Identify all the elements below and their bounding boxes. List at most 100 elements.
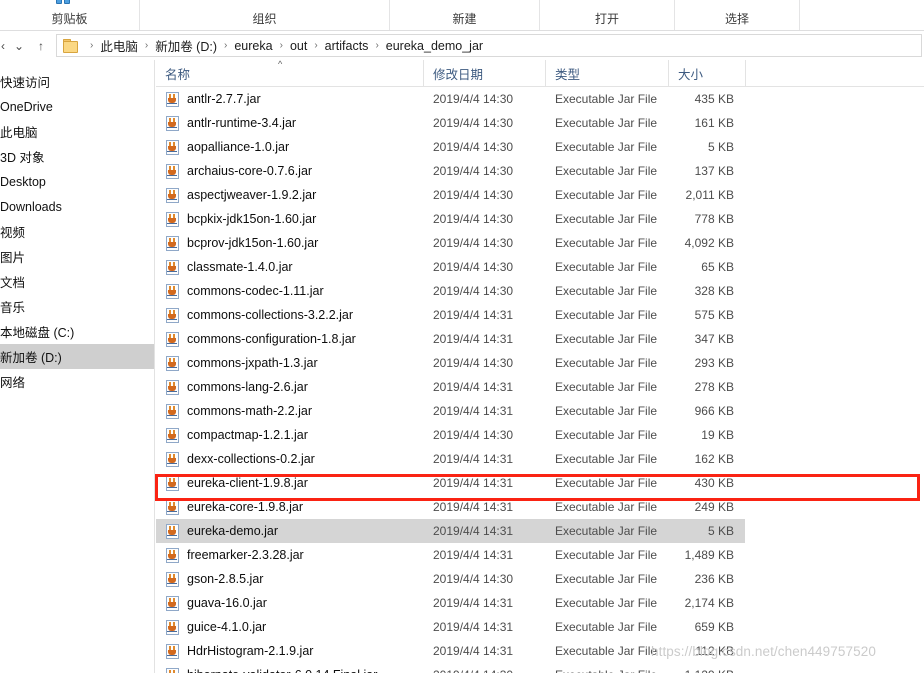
breadcrumb-separator-icon[interactable]: › xyxy=(273,40,290,51)
file-size-label: 162 KB xyxy=(694,452,734,466)
sidebar-item-downloads[interactable]: Downloads xyxy=(0,194,154,219)
column-header-type[interactable]: 类型 xyxy=(545,60,668,86)
table-row[interactable]: commons-lang-2.6.jar 2019/4/4 14:31 Execut… xyxy=(156,375,924,399)
cell-file-size: 236 KB xyxy=(668,567,745,591)
file-size-label: 435 KB xyxy=(694,92,734,106)
sidebar-item-documents[interactable]: 文档 xyxy=(0,269,154,294)
cell-file-name[interactable]: classmate-1.4.0.jar xyxy=(156,255,423,279)
ribbon-group-select[interactable]: 选择 xyxy=(675,0,800,30)
table-row[interactable]: antlr-2.7.7.jar 2019/4/4 14:30 Executable … xyxy=(156,87,924,111)
cell-file-name[interactable]: bcprov-jdk15on-1.60.jar xyxy=(156,231,423,255)
table-row[interactable]: eureka-demo.jar 2019/4/4 14:31 Executable … xyxy=(156,519,924,543)
table-row[interactable]: gson-2.8.5.jar 2019/4/4 14:30 Executable J… xyxy=(156,567,924,591)
file-name-label: eureka-core-1.9.8.jar xyxy=(187,500,304,514)
breadcrumb-separator-icon[interactable]: › xyxy=(368,40,385,51)
cell-file-name[interactable]: commons-codec-1.11.jar xyxy=(156,279,423,303)
cell-file-name[interactable]: archaius-core-0.7.6.jar xyxy=(156,159,423,183)
breadcrumb-separator-icon[interactable]: › xyxy=(307,40,324,51)
table-row[interactable]: bcprov-jdk15on-1.60.jar 2019/4/4 14:30 Exe… xyxy=(156,231,924,255)
table-row[interactable]: guava-16.0.jar 2019/4/4 14:31 Executable J… xyxy=(156,591,924,615)
table-row[interactable]: classmate-1.4.0.jar 2019/4/4 14:30 Executa… xyxy=(156,255,924,279)
cell-file-name[interactable]: guice-4.1.0.jar xyxy=(156,615,423,639)
table-row[interactable]: eureka-core-1.9.8.jar 2019/4/4 14:31 Execu… xyxy=(156,495,924,519)
cell-file-name[interactable]: commons-math-2.2.jar xyxy=(156,399,423,423)
breadcrumb-item-eureka[interactable]: eureka xyxy=(234,39,272,53)
sidebar-item-new-volume-d[interactable]: 新加卷 (D:) xyxy=(0,344,154,369)
cell-file-type: Executable Jar File xyxy=(545,159,668,183)
breadcrumb-separator-icon[interactable]: › xyxy=(138,40,155,51)
table-row[interactable]: dexx-collections-0.2.jar 2019/4/4 14:31 Ex… xyxy=(156,447,924,471)
up-button[interactable]: ↑ xyxy=(30,35,52,57)
cell-file-name[interactable]: commons-configuration-1.8.jar xyxy=(156,327,423,351)
breadcrumb-item-eureka-demo-jar[interactable]: eureka_demo_jar xyxy=(386,39,483,53)
cell-file-name[interactable]: gson-2.8.5.jar xyxy=(156,567,423,591)
table-row[interactable]: compactmap-1.2.1.jar 2019/4/4 14:30 Execut… xyxy=(156,423,924,447)
column-header-date-modified[interactable]: 修改日期 xyxy=(423,60,545,86)
cell-file-name[interactable]: antlr-2.7.7.jar xyxy=(156,87,423,111)
breadcrumb-item-drive-d[interactable]: 新加卷 (D:) xyxy=(155,36,217,55)
sidebar-item-videos[interactable]: 视频 xyxy=(0,219,154,244)
cell-file-name[interactable]: aopalliance-1.0.jar xyxy=(156,135,423,159)
table-row[interactable]: aspectjweaver-1.9.2.jar 2019/4/4 14:30 Exe… xyxy=(156,183,924,207)
sidebar-item-this-pc[interactable]: 此电脑 xyxy=(0,119,154,144)
sidebar-item-onedrive[interactable]: OneDrive xyxy=(0,94,154,119)
cell-file-name[interactable]: commons-collections-3.2.2.jar xyxy=(156,303,423,327)
column-header-size[interactable]: 大小 xyxy=(668,60,745,86)
table-row[interactable]: eureka-client-1.9.8.jar 2019/4/4 14:31 Exe… xyxy=(156,471,924,495)
breadcrumb-item-this-pc[interactable]: 此电脑 xyxy=(100,36,138,55)
sidebar-item-label: 图片 xyxy=(0,251,26,265)
table-row[interactable]: commons-math-2.2.jar 2019/4/4 14:31 Execut… xyxy=(156,399,924,423)
ribbon-group-clipboard[interactable]: 剪贴板 xyxy=(0,0,140,30)
file-type-label: Executable Jar File xyxy=(555,596,658,610)
cell-file-name[interactable]: aspectjweaver-1.9.2.jar xyxy=(156,183,423,207)
cell-file-name[interactable]: freemarker-2.3.28.jar xyxy=(156,543,423,567)
ribbon-group-new[interactable]: 新建 xyxy=(390,0,540,30)
cell-file-name[interactable]: eureka-core-1.9.8.jar xyxy=(156,495,423,519)
sidebar-item-music[interactable]: 音乐 xyxy=(0,294,154,319)
table-row[interactable]: archaius-core-0.7.6.jar 2019/4/4 14:30 Exe… xyxy=(156,159,924,183)
cell-file-name[interactable]: hibernate-validator-6.0.14.Final.jar xyxy=(156,663,423,673)
cell-file-name[interactable]: compactmap-1.2.1.jar xyxy=(156,423,423,447)
table-row[interactable]: commons-jxpath-1.3.jar 2019/4/4 14:30 Exec… xyxy=(156,351,924,375)
sidebar-item-local-disk-c[interactable]: 本地磁盘 (C:) xyxy=(0,319,154,344)
table-row[interactable]: aopalliance-1.0.jar 2019/4/4 14:30 Executa… xyxy=(156,135,924,159)
back-button[interactable]: ‹ xyxy=(0,35,8,57)
sidebar-item-3d-objects[interactable]: 3D 对象 xyxy=(0,144,154,169)
table-row[interactable]: commons-codec-1.11.jar 2019/4/4 14:30 Exec… xyxy=(156,279,924,303)
breadcrumb-item-artifacts[interactable]: artifacts xyxy=(325,39,369,53)
sidebar-item-desktop[interactable]: Desktop xyxy=(0,169,154,194)
ribbon-group-organize[interactable]: 组织 xyxy=(140,0,390,30)
table-row[interactable]: commons-collections-3.2.2.jar 2019/4/4 14… xyxy=(156,303,924,327)
table-row[interactable]: freemarker-2.3.28.jar 2019/4/4 14:31 Execu… xyxy=(156,543,924,567)
breadcrumb[interactable]: › 此电脑 › 新加卷 (D:) › eureka › out › artifa… xyxy=(56,34,922,57)
cell-file-name[interactable]: eureka-client-1.9.8.jar xyxy=(156,471,423,495)
sidebar-item-pictures[interactable]: 图片 xyxy=(0,244,154,269)
cell-file-name[interactable]: dexx-collections-0.2.jar xyxy=(156,447,423,471)
recent-locations-button[interactable]: ⌄ xyxy=(8,35,30,57)
cell-file-name[interactable]: HdrHistogram-2.1.9.jar xyxy=(156,639,423,663)
sidebar-item-quick-access[interactable]: 快速访问 xyxy=(0,69,154,94)
cell-file-name[interactable]: antlr-runtime-3.4.jar xyxy=(156,111,423,135)
date-modified-label: 2019/4/4 14:31 xyxy=(433,332,514,346)
cell-file-name[interactable]: commons-jxpath-1.3.jar xyxy=(156,351,423,375)
ribbon-group-open[interactable]: 打开 xyxy=(540,0,675,30)
cell-file-name[interactable]: commons-lang-2.6.jar xyxy=(156,375,423,399)
table-row[interactable]: bcpkix-jdk15on-1.60.jar 2019/4/4 14:30 Exe… xyxy=(156,207,924,231)
breadcrumb-separator-icon[interactable]: › xyxy=(83,40,100,51)
table-row[interactable]: commons-configuration-1.8.jar 2019/4/4 14… xyxy=(156,327,924,351)
cell-file-size: 249 KB xyxy=(668,495,745,519)
ribbon-group-label: 组织 xyxy=(252,12,277,26)
cell-file-name[interactable]: bcpkix-jdk15on-1.60.jar xyxy=(156,207,423,231)
breadcrumb-item-out[interactable]: out xyxy=(290,39,307,53)
java-jar-file-icon xyxy=(165,379,180,395)
table-row[interactable]: guice-4.1.0.jar 2019/4/4 14:31 Executable … xyxy=(156,615,924,639)
table-row[interactable]: HdrHistogram-2.1.9.jar 2019/4/4 14:31 Exec… xyxy=(156,639,924,663)
file-name-label: commons-lang-2.6.jar xyxy=(187,380,308,394)
cell-file-name[interactable]: guava-16.0.jar xyxy=(156,591,423,615)
table-row[interactable]: hibernate-validator-6.0.14.Final.jar 2019… xyxy=(156,663,924,673)
cell-file-name[interactable]: eureka-demo.jar xyxy=(156,519,423,543)
table-row[interactable]: antlr-runtime-3.4.jar 2019/4/4 14:30 Execu… xyxy=(156,111,924,135)
sidebar-item-network[interactable]: 网络 xyxy=(0,369,154,394)
column-header-name[interactable]: ^ 名称 xyxy=(156,60,423,86)
breadcrumb-separator-icon[interactable]: › xyxy=(217,40,234,51)
